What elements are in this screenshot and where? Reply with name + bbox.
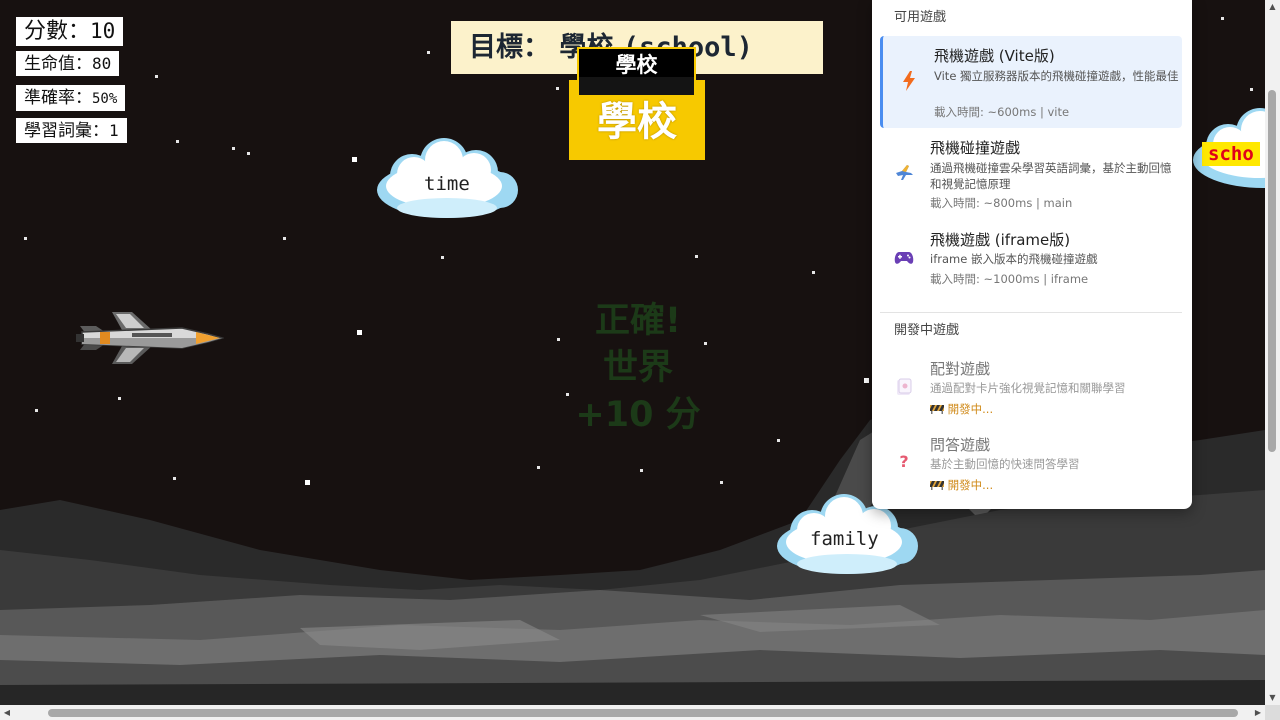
menu-item-meta: 載入時間: ~600ms | vite [934,105,1070,119]
menu-item-desc: 通過飛機碰撞雲朵學習英語詞彙，基於主動回憶和視覺記憶原理 [930,161,1172,191]
menu-item-matching-game: 配對遊戲 通過配對卡片強化視覺記憶和關聯學習 開發中... [880,352,1182,422]
menu-item-desc: Vite 獨立服務器版本的飛機碰撞遊戲，性能最佳 [934,69,1179,83]
score-label: 分數： [24,19,91,44]
vocab-label: 學習詞彙： [24,121,109,141]
section-dev-games: 開發中遊戲 [894,323,960,338]
gamepad-icon [894,250,914,270]
card-big-word: 學校 [597,99,677,145]
airplane-icon [894,162,914,182]
accuracy-display: 準確率：50% [16,85,126,111]
menu-item-meta: 載入時間: ~800ms | main [930,196,1073,210]
word-cloud-time[interactable]: time [374,138,520,230]
health-display: 生命值：80 [16,51,120,76]
menu-item-title: 飛機遊戲 (Vite版) [934,47,1055,65]
menu-item-status: 開發中... [929,477,994,493]
menu-item-meta: 載入時間: ~1000ms | iframe [930,272,1089,286]
menu-item-vite-game[interactable]: 飛機遊戲 (Vite版) Vite 獨立服務器版本的飛機碰撞遊戲，性能最佳 載入… [880,36,1182,128]
player-airplane[interactable] [72,310,224,366]
score-display: 分數：10 [16,17,124,46]
menu-item-title: 配對遊戲 [930,360,991,378]
menu-item-desc: iframe 嵌入版本的飛機碰撞遊戲 [930,252,1098,266]
menu-item-iframe-game[interactable]: 飛機遊戲 (iframe版) iframe 嵌入版本的飛機碰撞遊戲 載入時間: … [880,224,1182,294]
menu-item-quiz-game: ? 問答遊戲 基於主動回憶的快速問答學習 開發中... [880,428,1182,498]
feedback-message: 正確! 世界 +10 分 [548,298,728,439]
game-selector-dropdown: 可用遊戲 飛機遊戲 (Vite版) Vite 獨立服務器版本的飛機碰撞遊戲，性能… [872,0,1192,509]
card-tag-word: 學校 [615,53,658,77]
health-label: 生命值： [24,54,92,74]
horizontal-scroll-thumb[interactable] [48,709,1238,717]
construction-icon [929,405,945,414]
scroll-up-arrow-icon[interactable]: ▲ [1265,0,1280,14]
menu-item-title: 飛機碰撞遊戲 [930,139,1021,157]
health-value: 80 [92,54,112,73]
cloud-word-time: time [418,172,476,196]
cloud-word-school: scho [1202,142,1260,166]
status-text: 開發中... [947,402,994,416]
scroll-down-arrow-icon[interactable]: ▼ [1265,691,1280,705]
scrollbar-corner [1265,705,1280,720]
menu-divider [880,312,1182,313]
vocab-count-display: 學習詞彙：1 [16,118,127,143]
menu-item-title: 問答遊戲 [930,436,991,454]
feedback-points: +10 分 [575,395,701,435]
vocab-value: 1 [109,121,119,140]
scroll-left-arrow-icon[interactable]: ◀ [0,705,14,720]
question-icon: ? [899,452,909,471]
word-cloud-school[interactable]: scho [1190,108,1265,200]
section-available-games: 可用遊戲 [894,10,947,25]
vertical-scroll-thumb[interactable] [1268,90,1276,452]
construction-icon [929,481,945,490]
status-text: 開發中... [947,478,994,492]
horizontal-scrollbar[interactable]: ◀ ▶ [0,705,1265,720]
scroll-right-arrow-icon[interactable]: ▶ [1251,705,1265,720]
menu-item-desc: 基於主動回憶的快速問答學習 [930,457,1080,471]
vertical-scrollbar[interactable]: ▲ ▼ [1265,0,1280,705]
accuracy-label: 準確率： [24,88,92,108]
target-label: 目標： [469,32,550,63]
lightning-icon [899,71,919,91]
menu-item-desc: 通過配對卡片強化視覺記憶和關聯學習 [930,381,1126,395]
cloud-word-family: family [804,527,885,551]
menu-item-status: 開發中... [929,401,994,417]
score-value: 10 [90,19,116,43]
feedback-correct: 正確! [595,301,681,341]
menu-item-title: 飛機遊戲 (iframe版) [930,231,1071,249]
feedback-word: 世界 [602,348,673,388]
menu-item-plane-collision-game[interactable]: 飛機碰撞遊戲 通過飛機碰撞雲朵學習英語詞彙，基於主動回憶和視覺記憶原理 載入時間… [880,132,1182,216]
cards-icon [894,378,914,398]
accuracy-value: 50% [92,91,118,107]
card-tag: 學校 [577,47,696,97]
